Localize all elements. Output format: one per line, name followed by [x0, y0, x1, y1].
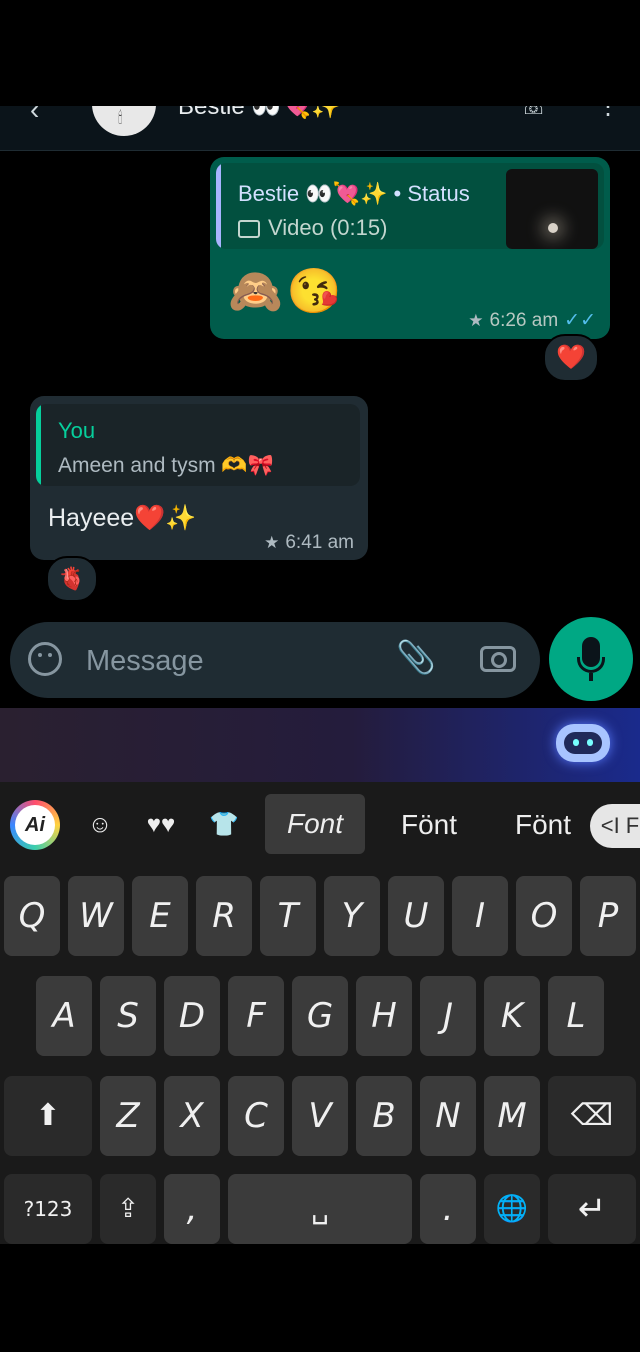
incoming-message[interactable]: You Ameen and tysm 🫶🎀 Hayeee❤️✨ ★ 6:41 am	[30, 396, 368, 560]
share-icon[interactable]: ⇪	[100, 1174, 156, 1244]
back-arrow-icon[interactable]: ‹	[30, 106, 39, 126]
status-thumbnail	[506, 169, 598, 249]
key-m[interactable]: M	[484, 1076, 540, 1156]
key-k[interactable]: K	[484, 976, 540, 1056]
keyboard-banner	[0, 708, 640, 782]
key-d[interactable]: D	[164, 976, 220, 1056]
read-ticks-icon: ✓✓	[564, 310, 596, 331]
video-icon	[238, 220, 260, 239]
key-z[interactable]: Z	[100, 1076, 156, 1156]
key-w[interactable]: W	[68, 876, 124, 956]
symbols-key[interactable]: ?123	[4, 1174, 92, 1244]
key-x[interactable]: X	[164, 1076, 220, 1156]
quote-bar	[36, 404, 41, 486]
enter-key[interactable]: ↵	[548, 1174, 636, 1244]
quoted-message[interactable]: You Ameen and tysm 🫶🎀	[36, 404, 360, 486]
camera-icon[interactable]	[480, 646, 516, 672]
key-y[interactable]: Y	[324, 876, 380, 956]
period-key[interactable]: .	[420, 1174, 476, 1244]
contact-name[interactable]: Bestie 👀💘✨	[178, 106, 341, 121]
key-v[interactable]: V	[292, 1076, 348, 1156]
shift-key[interactable]: ⬆	[4, 1076, 92, 1156]
key-t[interactable]: T	[260, 876, 316, 956]
message-meta: ★ 6:26 am ✓✓	[468, 309, 596, 332]
key-h[interactable]: H	[356, 976, 412, 1056]
key-f[interactable]: F	[228, 976, 284, 1056]
keyboard: Ai ☺ ♥♥ 👕 Font Fönt Fönt <I F Q W E R T …	[0, 782, 640, 1244]
mic-button[interactable]	[549, 617, 633, 701]
hearts-icon[interactable]: ♥♥	[140, 798, 182, 852]
font-style-4[interactable]: <I F	[590, 804, 640, 848]
ai-button[interactable]: Ai	[10, 800, 60, 850]
key-s[interactable]: S	[100, 976, 156, 1056]
font-style-2[interactable]: Fönt	[398, 798, 460, 852]
key-j[interactable]: J	[420, 976, 476, 1056]
key-c[interactable]: C	[228, 1076, 284, 1156]
backspace-key[interactable]: ⌫	[548, 1076, 636, 1156]
message-text: 🙈😘	[228, 267, 346, 316]
quoted-status-subtitle: Video (0:15)	[238, 215, 387, 241]
font-style-3[interactable]: Fönt	[512, 798, 574, 852]
key-g[interactable]: G	[292, 976, 348, 1056]
quote-bar	[216, 163, 221, 249]
star-icon: ★	[468, 311, 484, 330]
key-b[interactable]: B	[356, 1076, 412, 1156]
star-icon: ★	[264, 533, 280, 552]
message-time: 6:41 am	[285, 532, 354, 553]
message-meta: ★ 6:41 am	[264, 532, 354, 554]
sticker-icon[interactable]	[28, 642, 62, 676]
key-u[interactable]: U	[388, 876, 444, 956]
reaction-badge[interactable]: 🫀	[46, 556, 98, 602]
key-a[interactable]: A	[36, 976, 92, 1056]
more-options-icon[interactable]: ⋮	[596, 106, 620, 121]
message-composer: 📎	[10, 622, 540, 698]
key-e[interactable]: E	[132, 876, 188, 956]
quoted-status-title: Bestie 👀💘✨ • Status	[238, 181, 470, 206]
keyboard-toolbar: Ai ☺ ♥♥ 👕 Font Fönt Fönt <I F	[0, 782, 640, 868]
quoted-text: Ameen and tysm 🫶🎀	[58, 454, 274, 477]
key-o[interactable]: O	[516, 876, 572, 956]
message-text: Hayeee❤️✨	[48, 504, 197, 532]
space-key[interactable]: ␣	[228, 1174, 412, 1244]
key-n[interactable]: N	[420, 1076, 476, 1156]
comma-key[interactable]: ,	[164, 1174, 220, 1244]
reaction-badge[interactable]: ❤️	[543, 334, 599, 382]
key-q[interactable]: Q	[4, 876, 60, 956]
quoted-author: You	[58, 418, 96, 443]
emoji-icon[interactable]: ☺	[80, 798, 120, 852]
key-p[interactable]: P	[580, 876, 636, 956]
key-i[interactable]: I	[452, 876, 508, 956]
message-time: 6:26 am	[489, 310, 559, 331]
key-r[interactable]: R	[196, 876, 252, 956]
robot-icon[interactable]	[556, 724, 610, 762]
quoted-status[interactable]: Bestie 👀💘✨ • Status Video (0:15)	[216, 163, 604, 249]
chat-header: ‹ 🕯 Bestie 👀💘✨ ☏ ⋮	[0, 106, 640, 151]
ai-label: Ai	[15, 805, 55, 845]
attach-icon[interactable]: 📎	[396, 638, 436, 676]
theme-icon[interactable]: 👕	[202, 798, 246, 852]
message-input[interactable]	[84, 638, 368, 684]
video-duration: Video (0:15)	[268, 215, 388, 240]
outgoing-message[interactable]: Bestie 👀💘✨ • Status Video (0:15) 🙈😘 ★ 6:2…	[210, 157, 610, 339]
key-l[interactable]: L	[548, 976, 604, 1056]
avatar-glyph: 🕯	[118, 110, 123, 127]
globe-icon[interactable]: 🌐	[484, 1174, 540, 1244]
contact-avatar[interactable]: 🕯	[92, 106, 156, 136]
font-style-normal[interactable]: Font	[265, 794, 365, 854]
phone-icon[interactable]: ☏	[520, 106, 548, 120]
